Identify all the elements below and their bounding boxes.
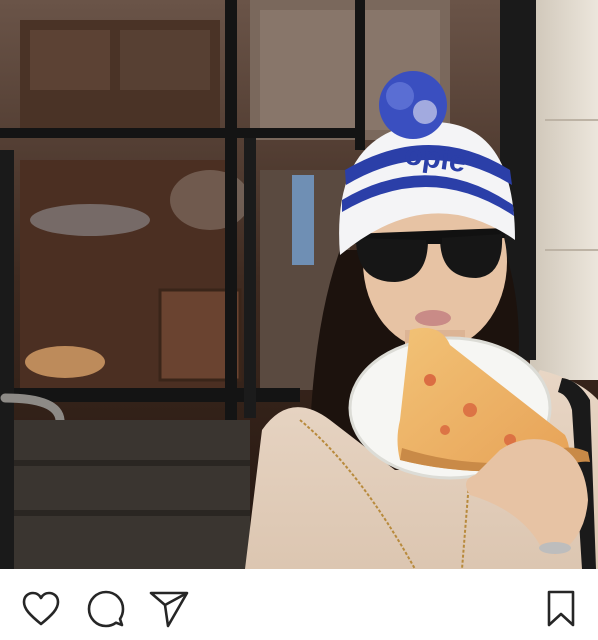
window-frame-vertical: [225, 0, 237, 430]
save-button[interactable]: [541, 589, 581, 629]
share-button[interactable]: [149, 589, 189, 629]
beanie-pompom: [379, 71, 447, 139]
post-photo[interactable]: opie: [0, 0, 598, 569]
window-frame-horizontal: [0, 128, 360, 138]
like-button[interactable]: [21, 589, 61, 629]
paper-plane-icon: [149, 591, 189, 628]
speech-bubble-icon: [87, 590, 125, 628]
stone-wall: [530, 0, 598, 380]
bookmark-icon: [547, 590, 575, 627]
bracelet: [539, 542, 571, 554]
heart-icon: [22, 591, 60, 626]
post-action-bar: [0, 569, 598, 640]
comment-button[interactable]: [86, 589, 126, 629]
